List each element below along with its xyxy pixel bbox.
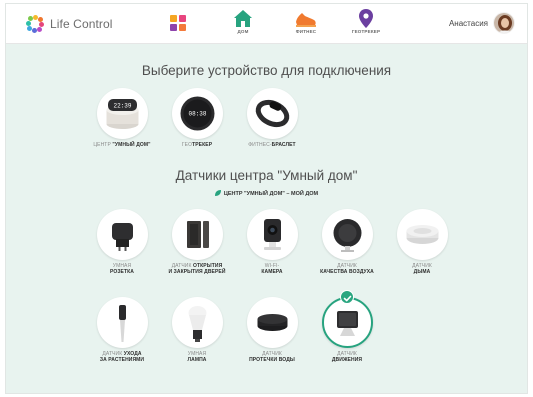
nav-label: ДОМ (237, 29, 249, 34)
device-circle (96, 209, 148, 260)
smart-home-hub-icon: 22:39 (106, 99, 138, 129)
smart-plug-icon (111, 223, 133, 251)
geotracker-screen-text: 08:38 (188, 111, 206, 118)
sensor-smart-plug[interactable]: УМНАЯ РОЗЕТКА (86, 209, 158, 275)
dashboard-icon (170, 15, 186, 31)
device-circle: 08:38 (171, 88, 223, 139)
device-label: ФИТНЕС-БРАСЛЕТ (248, 142, 296, 148)
device-circle (171, 297, 223, 348)
hub-link-text: ЦЕНТР "УМНЫЙ ДОМ" – МОЙ ДОМ (223, 191, 319, 197)
device-label: WI-FI- КАМЕРА (261, 263, 283, 276)
top-bar: Life Control ДОМ ФИТНЕС ГЕОТРЕКЕР Анаста… (6, 4, 527, 44)
device-circle (171, 209, 223, 260)
device-type-fitness-band[interactable]: ФИТНЕС-БРАСЛЕТ (236, 88, 308, 148)
device-circle (321, 209, 373, 260)
device-circle (246, 209, 298, 260)
leaf-icon (214, 190, 221, 196)
sensor-air-quality[interactable]: ДАТЧИК КАЧЕСТВА ВОЗДУХА (311, 209, 383, 275)
sensor-water-leak[interactable]: ДАТЧИК ПРОТЕЧКИ ВОДЫ (236, 297, 308, 363)
fitness-band-icon (255, 99, 289, 128)
sensors-title: Датчики центра "Умный дом" (175, 168, 358, 183)
door-sensor-icon (186, 221, 209, 248)
motion-sensor-icon (336, 311, 358, 336)
sensor-smart-bulb[interactable]: УМНАЯ ЛАМПА (161, 297, 233, 363)
smart-bulb-icon (188, 306, 206, 342)
hub-screen-text: 22:39 (113, 103, 131, 110)
device-label: УМНАЯ РОЗЕТКА (109, 263, 135, 276)
sneaker-icon (296, 13, 316, 27)
device-label: ДАТЧИК УХОДА ЗА РАСТЕНИЯМИ (99, 351, 145, 364)
plant-sensor-icon (118, 305, 126, 342)
nav-label: ГЕОТРЕКЕР (351, 29, 381, 34)
device-type-smart-home-hub[interactable]: 22:39 ЦЕНТР "УМНЫЙ ДОМ" (86, 88, 158, 148)
device-label: ГЕОТРЕКЕР (181, 142, 213, 148)
user-avatar[interactable] (493, 12, 515, 34)
water-leak-sensor-icon (257, 314, 287, 331)
app-name: Life Control (50, 17, 113, 31)
device-label: ДАТЧИК ДВИЖЕНИЯ (331, 351, 363, 364)
air-quality-sensor-icon (333, 219, 361, 252)
device-circle (246, 88, 298, 139)
device-circle (246, 297, 298, 348)
user-menu[interactable]: Анастасия (449, 12, 515, 34)
nav-geotracker[interactable]: ГЕОТРЕКЕР (341, 9, 391, 36)
nav-fitness[interactable]: ФИТНЕС (281, 9, 331, 36)
avatar-photo-icon (494, 13, 514, 33)
sensor-door[interactable]: ДАТЧИК ОТКРЫТИЯ И ЗАКРЫТИЯ ДВЕРЕЙ (161, 209, 233, 275)
sensor-smoke[interactable]: ДАТЧИК ДЫМА (386, 209, 458, 275)
nav-dashboard[interactable] (153, 15, 203, 39)
home-icon (234, 10, 252, 27)
nav-label (153, 32, 203, 39)
selected-check-icon (340, 290, 354, 304)
nav-home[interactable]: ДОМ (218, 9, 268, 36)
hub-link[interactable]: ЦЕНТР "УМНЫЙ ДОМ" – МОЙ ДОМ (6, 190, 527, 197)
device-label: ДАТЧИК ОТКРЫТИЯ И ЗАКРЫТИЯ ДВЕРЕЙ (168, 263, 226, 276)
user-name: Анастасия (448, 18, 488, 28)
device-type-geotracker[interactable]: 08:38 ГЕОТРЕКЕР (161, 88, 233, 148)
life-control-logo-icon (26, 15, 44, 33)
wifi-camera-icon (263, 219, 281, 250)
app-frame: Life Control ДОМ ФИТНЕС ГЕОТРЕКЕР Анаста… (5, 3, 528, 394)
sensor-plant-care[interactable]: ДАТЧИК УХОДА ЗА РАСТЕНИЯМИ (86, 297, 158, 363)
device-label: ДАТЧИК КАЧЕСТВА ВОЗДУХА (320, 263, 374, 276)
device-label: ДАТЧИК ПРОТЕЧКИ ВОДЫ (249, 351, 295, 364)
device-circle (96, 297, 148, 348)
nav-label: ФИТНЕС (295, 29, 317, 34)
device-label: ЦЕНТР "УМНЫЙ ДОМ" (93, 142, 151, 148)
sensor-wifi-camera[interactable]: WI-FI- КАМЕРА (236, 209, 308, 275)
device-circle (396, 209, 448, 260)
device-circle: 22:39 (96, 88, 148, 139)
page-title: Выберите устройство для подключения (141, 63, 392, 78)
sensor-motion[interactable]: ДАТЧИК ДВИЖЕНИЯ (311, 290, 383, 364)
geotracker-icon: 08:38 (180, 96, 214, 131)
device-label: ДАТЧИК ДЫМА (412, 263, 432, 276)
logo[interactable]: Life Control (26, 15, 113, 33)
device-label: УМНАЯ ЛАМПА (187, 351, 207, 364)
location-pin-icon (359, 9, 373, 28)
smoke-detector-icon (406, 225, 438, 244)
